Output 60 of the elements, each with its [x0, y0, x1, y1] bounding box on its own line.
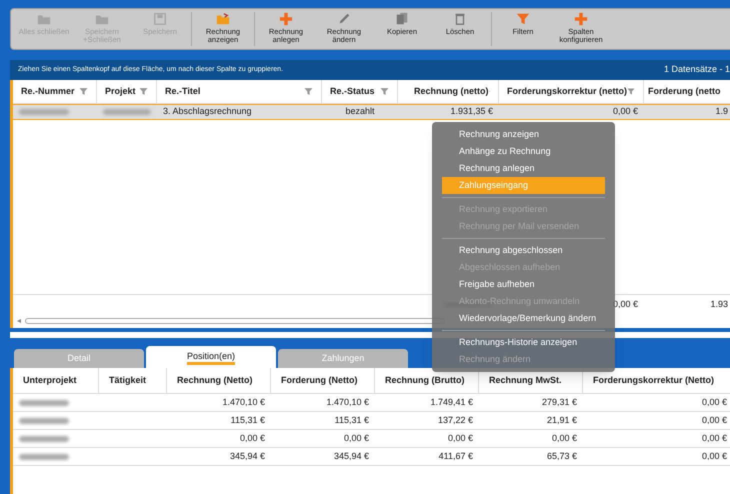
- column-header[interactable]: Forderung (Netto): [271, 368, 375, 393]
- funnel-icon: [516, 12, 530, 26]
- blurred-text: [103, 109, 151, 115]
- table-cell-text: 0,00 €: [612, 105, 638, 118]
- total-cell-text: 1.93: [710, 298, 728, 311]
- table-row[interactable]: 3. Abschlagsrechnung bezahlt 1.931,35 € 0,00 € 1.9: [13, 104, 730, 120]
- table-cell-text: 1.9: [715, 105, 728, 118]
- record-count: 1 Datensätze - 1: [664, 63, 730, 76]
- blurred-text: [19, 418, 69, 424]
- column-header[interactable]: Projekt: [97, 80, 157, 103]
- table-cell-text: 0,00 €: [448, 432, 473, 445]
- table-cell-text: 0,00 €: [552, 432, 577, 445]
- blurred-text: [19, 109, 69, 115]
- menu-item[interactable]: Rechnung anlegen: [442, 160, 605, 177]
- plus-icon: [279, 12, 293, 26]
- folder-icon: [216, 12, 230, 26]
- column-header[interactable]: Rechnung (netto): [398, 80, 499, 103]
- trash-icon: [453, 12, 467, 26]
- table-cell-text: bezahlt: [345, 105, 375, 118]
- table-cell-text: 65,73 €: [546, 450, 577, 463]
- blurred-text: [19, 454, 69, 460]
- table-cell-text: 1.749,41 €: [430, 396, 473, 409]
- column-header[interactable]: Re.-Titel: [157, 80, 322, 103]
- table-cell-text: 279,31 €: [542, 396, 577, 409]
- column-header[interactable]: Re.-Status: [322, 80, 398, 103]
- menu-item[interactable]: Rechnungs-Historie anzeigen: [442, 334, 605, 351]
- table-cell-text: 0,00 €: [344, 432, 369, 445]
- table-cell-text: 0,00 €: [702, 396, 727, 409]
- menu-item[interactable]: Freigabe aufheben: [442, 276, 605, 293]
- pencil-icon: [337, 12, 351, 26]
- table-cell-text: 0,00 €: [702, 432, 727, 445]
- table-cell-text: 345,94 €: [230, 450, 265, 463]
- menu-item[interactable]: Rechnung abgeschlossen: [442, 242, 605, 259]
- plus-icon: [574, 12, 588, 26]
- column-header[interactable]: Forderungskorrektur (netto): [499, 80, 644, 103]
- tab[interactable]: Position(en): [146, 346, 276, 368]
- column-header[interactable]: Forderung (netto: [644, 80, 730, 103]
- column-header[interactable]: Unterprojekt: [13, 368, 99, 393]
- blurred-text: [19, 436, 69, 442]
- table-cell-text: 345,94 €: [334, 450, 369, 463]
- menu-item[interactable]: Wiedervorlage/Bemerkung ändern: [442, 310, 605, 327]
- menu-item[interactable]: Anhänge zu Rechnung: [442, 143, 605, 160]
- table-cell-text: 115,31 €: [334, 414, 369, 427]
- table-cell-text: 115,31 €: [230, 414, 265, 427]
- menu-item[interactable]: Rechnung anzeigen: [442, 126, 605, 143]
- table-cell-text: 0,00 €: [240, 432, 265, 445]
- table-cell-text: 3. Abschlagsrechnung: [163, 105, 252, 118]
- table-cell-text: 21,91 €: [546, 414, 577, 427]
- table-cell-text: 1.931,35 €: [450, 105, 493, 118]
- table-cell-text: 1.470,10 €: [326, 396, 369, 409]
- table-cell-text: 1.470,10 €: [222, 396, 265, 409]
- column-header[interactable]: Re.-Nummer: [13, 80, 97, 103]
- table-cell-text: 411,67 €: [438, 450, 473, 463]
- copy-icon: [395, 12, 409, 26]
- table-cell-text: 0,00 €: [702, 414, 727, 427]
- column-header[interactable]: Rechnung (Netto): [167, 368, 271, 393]
- table-cell-text: 137,22 €: [438, 414, 473, 427]
- blurred-text: [19, 400, 69, 406]
- table-cell-text: 0,00 €: [702, 450, 727, 463]
- column-header[interactable]: Tätigkeit: [99, 368, 167, 393]
